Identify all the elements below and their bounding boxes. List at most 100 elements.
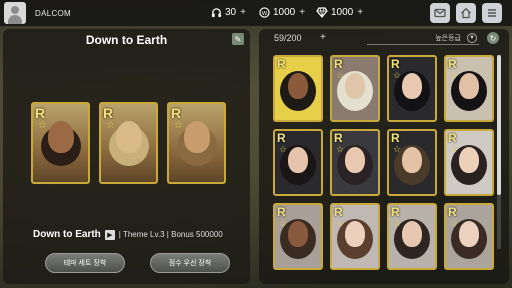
currency-headphones[interactable]: 30 +	[210, 6, 246, 18]
equip-theme-set-button[interactable]: 테마 세트 장착	[45, 253, 125, 273]
collection-card[interactable]: R ☆	[387, 129, 437, 196]
star-icon: ☆	[336, 70, 345, 80]
card-face	[288, 220, 308, 247]
star-icon: ☆	[450, 144, 459, 154]
star-icon: ☆	[106, 120, 115, 131]
rarity-badge: R	[35, 105, 46, 121]
rarity-badge: R	[391, 57, 400, 71]
info-icon[interactable]: ▶	[104, 229, 115, 240]
card-face	[402, 220, 422, 247]
collection-card[interactable]: R ☆	[330, 203, 380, 270]
coin-icon: W	[258, 6, 270, 18]
card-face	[288, 72, 308, 99]
sort-label: 높은등급	[435, 35, 461, 42]
star-icon: ☆	[336, 218, 345, 228]
expand-slots-icon[interactable]: +	[320, 32, 326, 43]
card-collection-panel: 59/200 + 높은등급 ▼ ↻ R ☆ R ☆ R ☆ R ☆ R ☆ R ☆ R ☆ R ☆ R ☆ R ☆ R ☆…	[259, 29, 509, 284]
collection-card[interactable]: R ☆	[444, 203, 494, 270]
collection-card[interactable]: R ☆	[330, 55, 380, 122]
collection-card[interactable]: R ☆	[387, 203, 437, 270]
chevron-down-icon: ▼	[467, 33, 477, 43]
star-icon: ☆	[336, 144, 345, 154]
collection-card[interactable]: R ☆	[330, 129, 380, 196]
card-face	[459, 72, 479, 99]
rarity-badge: R	[171, 105, 182, 121]
currency-diamond[interactable]: 1000 +	[316, 6, 363, 18]
rarity-badge: R	[448, 205, 457, 219]
equip-score-priority-button[interactable]: 점수 우선 장착	[150, 253, 230, 273]
diamond-icon	[316, 6, 328, 18]
sort-dropdown[interactable]: 높은등급 ▼	[367, 32, 479, 45]
card-grid: R ☆ R ☆ R ☆ R ☆ R ☆ R ☆ R ☆ R ☆ R ☆ R ☆ R ☆ R ☆	[273, 55, 495, 283]
star-icon: ☆	[393, 70, 402, 80]
rarity-badge: R	[277, 131, 286, 145]
refresh-icon[interactable]: ↻	[487, 32, 499, 44]
star-icon: ☆	[279, 70, 288, 80]
rarity-badge: R	[391, 205, 400, 219]
currency-coin[interactable]: W 1000 +	[258, 6, 305, 18]
theme-card-row: R ☆ R ☆ R ☆	[31, 102, 226, 184]
rarity-badge: R	[334, 57, 343, 71]
rarity-badge: R	[448, 131, 457, 145]
collection-card[interactable]: R ☆	[387, 55, 437, 122]
avatar-head	[11, 6, 19, 14]
plus-icon[interactable]: +	[299, 7, 305, 18]
username: DALCOM	[35, 8, 72, 18]
currency-value: 1000	[331, 6, 354, 18]
card-face	[47, 120, 74, 153]
mail-icon	[434, 8, 446, 18]
star-icon: ☆	[279, 144, 288, 154]
rarity-badge: R	[277, 57, 286, 71]
rarity-badge: R	[103, 105, 114, 121]
rarity-badge: R	[277, 205, 286, 219]
plus-icon[interactable]: +	[240, 7, 246, 18]
card-count: 59/200	[274, 33, 302, 43]
theme-info: Down to Earth ▶ | Theme Lv.3 | Bonus 500…	[33, 229, 223, 240]
currency-value: 1000	[273, 6, 296, 18]
card-face	[402, 72, 422, 99]
star-icon: ☆	[38, 120, 47, 131]
rarity-badge: R	[448, 57, 457, 71]
star-icon: ☆	[393, 218, 402, 228]
card-face	[459, 220, 479, 247]
rarity-badge: R	[391, 131, 400, 145]
rarity-badge: R	[334, 131, 343, 145]
theme-card[interactable]: R ☆	[99, 102, 158, 184]
collection-card[interactable]: R ☆	[273, 129, 323, 196]
mail-button[interactable]	[430, 3, 450, 23]
card-face	[345, 220, 365, 247]
theme-card[interactable]: R ☆	[31, 102, 90, 184]
home-button[interactable]	[456, 3, 476, 23]
theme-meta: | Theme Lv.3 | Bonus 500000	[118, 230, 223, 239]
plus-icon[interactable]: +	[357, 7, 363, 18]
menu-icon	[488, 9, 496, 17]
avatar[interactable]	[4, 2, 26, 24]
card-face	[402, 146, 422, 173]
card-face	[459, 146, 479, 173]
theme-title: Down to Earth	[85, 33, 168, 47]
collection-card[interactable]: R ☆	[444, 55, 494, 122]
card-face	[183, 120, 210, 153]
avatar-body	[8, 15, 22, 24]
theme-card[interactable]: R ☆	[167, 102, 226, 184]
star-icon: ☆	[279, 218, 288, 228]
theme-name: Down to Earth	[33, 229, 101, 240]
star-icon: ☆	[393, 144, 402, 154]
scrollbar-thumb[interactable]	[497, 55, 501, 195]
svg-text:W: W	[261, 10, 267, 16]
edit-icon[interactable]: ✎	[232, 33, 244, 45]
collection-card[interactable]: R ☆	[273, 203, 323, 270]
home-icon	[461, 7, 471, 19]
top-bar: DALCOM 30 + W 1000 + 1000 +	[0, 0, 512, 26]
theme-panel: Down to Earth ✎ R ☆ R ☆ R ☆ Down to Eart…	[3, 29, 250, 284]
currency-value: 30	[225, 6, 237, 18]
menu-button[interactable]	[482, 3, 502, 23]
card-face	[345, 72, 365, 99]
collection-card[interactable]: R ☆	[273, 55, 323, 122]
headphones-icon	[210, 6, 222, 18]
card-face	[115, 120, 142, 153]
collection-card[interactable]: R ☆	[444, 129, 494, 196]
star-icon: ☆	[450, 218, 459, 228]
scrollbar[interactable]	[497, 55, 501, 249]
rarity-badge: R	[334, 205, 343, 219]
